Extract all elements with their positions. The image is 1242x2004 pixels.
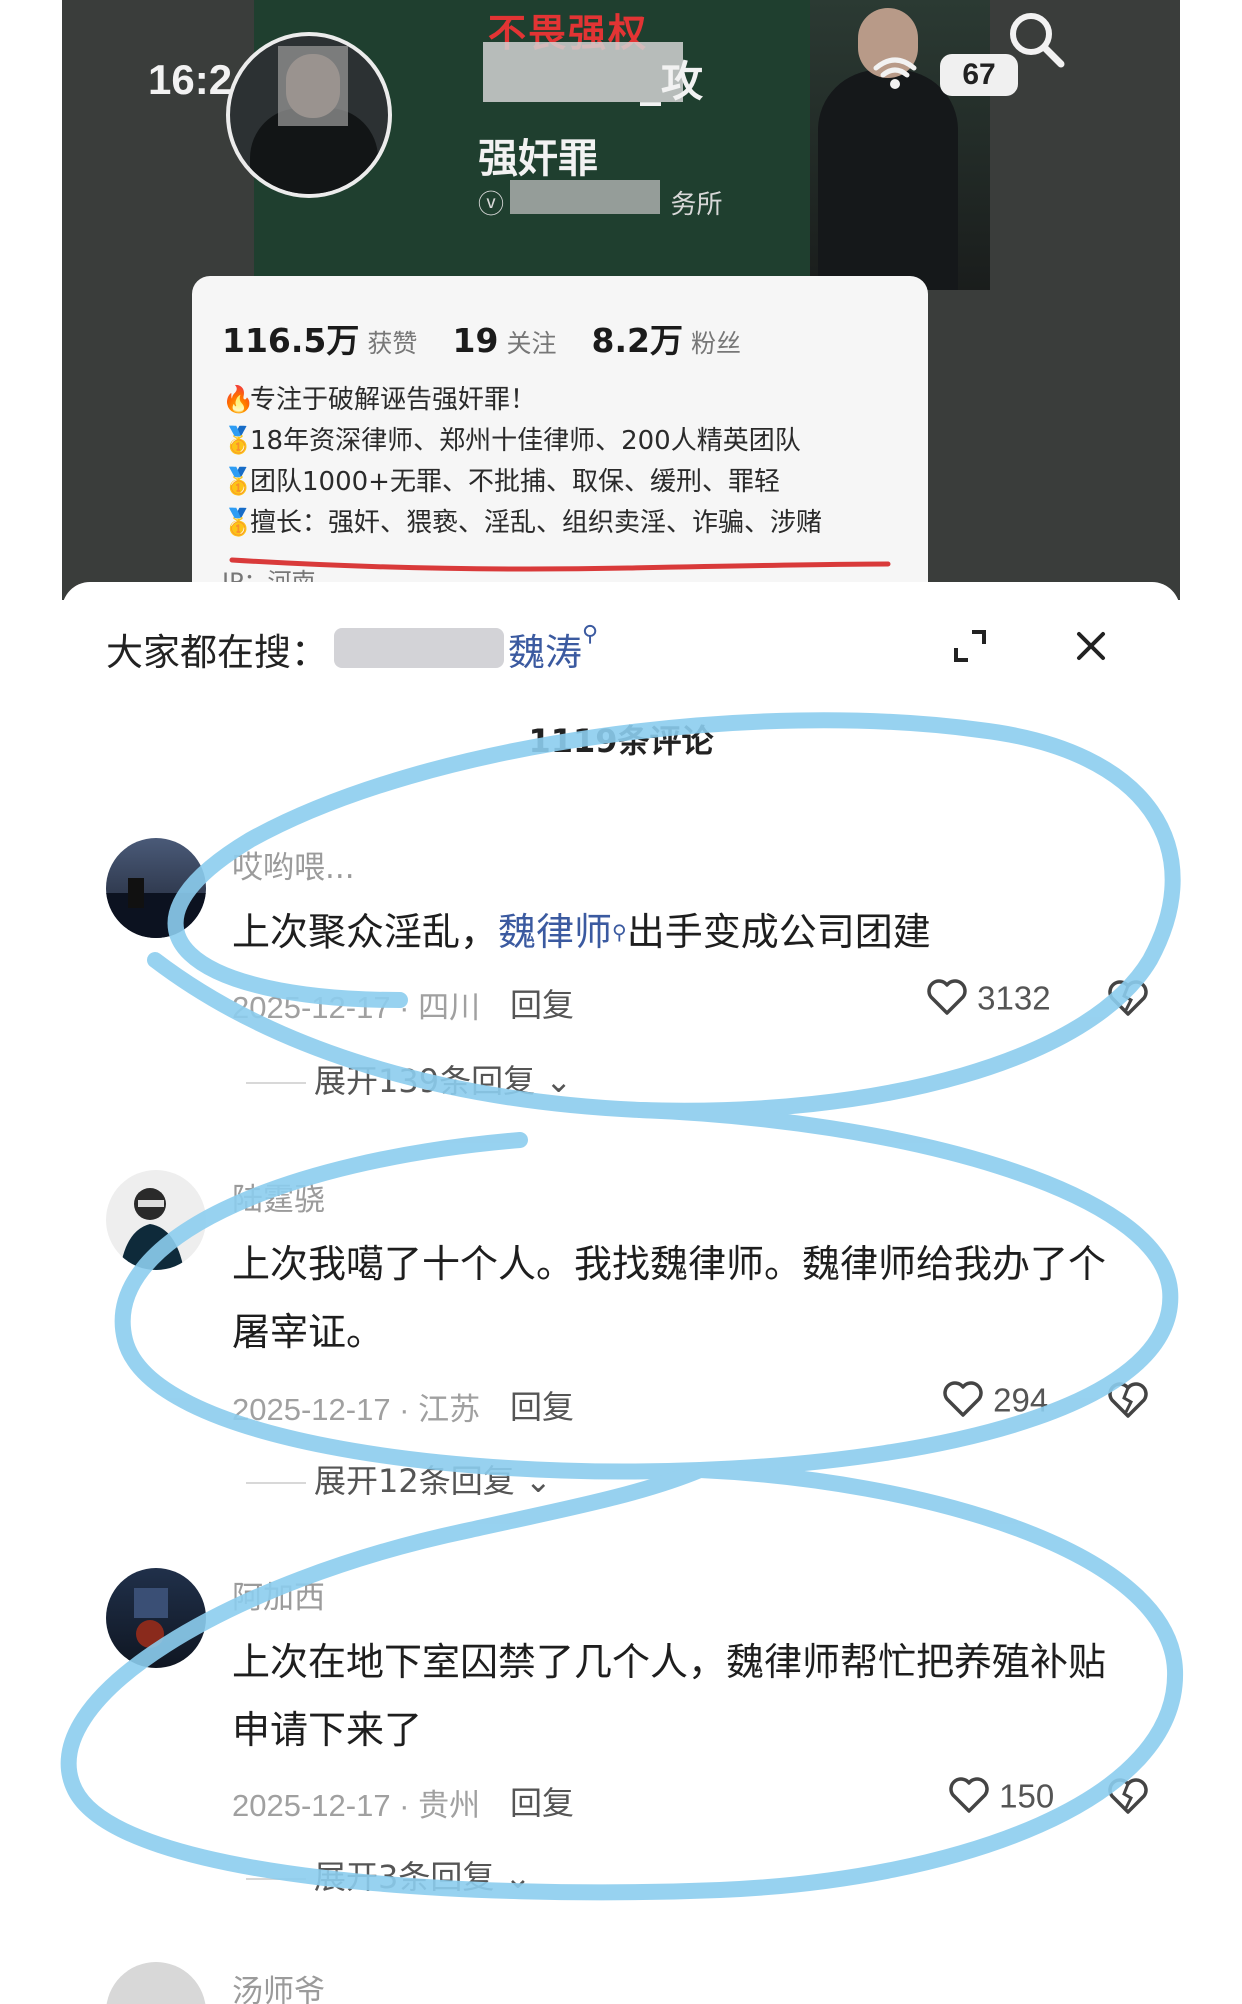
expand-icon[interactable]: [950, 626, 990, 666]
heart-icon: [926, 978, 968, 1024]
search-icon[interactable]: [1003, 6, 1071, 74]
like-button[interactable]: 294: [942, 1380, 1048, 1426]
expand-replies-button[interactable]: 展开139条回复 ⌄: [246, 1056, 572, 1102]
avatar[interactable]: [106, 1170, 206, 1270]
chevron-down-icon: ⌄: [494, 1858, 532, 1896]
verify-suffix: 务所: [670, 190, 723, 220]
comment-username[interactable]: 哎哟喂...: [232, 842, 355, 887]
comment-text: 上次我噶了十个人。我找魏律师。魏律师给我办了个屠宰证。: [232, 1242, 1107, 1354]
bio-text: 擅长：强奸、猥亵、淫乱、组织卖淫、诈骗、涉赌: [250, 508, 823, 538]
comment-sheet: 大家都在搜： 魏涛⚲ 1119条评论 哎哟喂... 上次聚众淫乱，魏律师⚲出手变成…: [62, 582, 1180, 2004]
profile-avatar[interactable]: [226, 32, 392, 198]
comment-date-location: 2025-12-17 · 贵州: [232, 1788, 481, 1823]
like-count: 3132: [977, 979, 1051, 1017]
chevron-down-icon: ⌄: [535, 1062, 573, 1100]
search-redaction: [334, 628, 504, 668]
verified-icon: ⓥ: [478, 190, 505, 220]
profile-name-line2: 强奸罪: [478, 136, 598, 182]
likes-label: 获赞: [367, 329, 418, 358]
comment-date-location: 2025-12-17 · 江苏: [232, 1392, 481, 1427]
bio-text: 18年资深律师、郑州十佳律师、200人精英团队: [250, 426, 801, 456]
heart-icon: [948, 1776, 990, 1822]
medal-icon: 🥇: [222, 508, 255, 538]
avatar[interactable]: [106, 838, 206, 938]
profile-info-card: 116.5万 获赞 19 关注 8.2万 粉丝 🔥专注于破解诬告强奸罪！ 🥇18年资深…: [192, 276, 928, 606]
verify-redaction: [510, 180, 660, 214]
close-icon[interactable]: [1071, 626, 1111, 666]
comment-item: 汤师爷: [106, 1962, 1146, 2004]
comment-item: 哎哟喂... 上次聚众淫乱，魏律师⚲出手变成公司团建 2025-12-17 · …: [106, 838, 1148, 1138]
bio-line: 🥇团队1000+无罪、不批捕、取保、缓刑、罪轻: [222, 462, 822, 503]
wifi-icon: [872, 56, 918, 101]
comment-username[interactable]: 阿加西: [232, 1572, 325, 1617]
comment-count: 1119条评论: [528, 722, 714, 760]
red-underline-annotation: [229, 557, 891, 572]
heart-icon: [942, 1380, 984, 1426]
reply-button[interactable]: 回复: [510, 1382, 574, 1428]
comment-username[interactable]: 汤师爷: [232, 1966, 325, 2004]
expand-replies-button[interactable]: 展开12条回复 ⌄: [246, 1456, 552, 1502]
bio-line: 🥇擅长：强奸、猥亵、淫乱、组织卖淫、诈骗、涉赌: [222, 503, 822, 544]
comment-date-location: 2025-12-17 · 四川: [232, 990, 481, 1025]
dislike-icon[interactable]: [1106, 978, 1150, 1022]
medal-icon: 🥇: [222, 426, 255, 456]
reply-button[interactable]: 回复: [510, 980, 574, 1026]
following-label[interactable]: 关注: [506, 329, 556, 358]
status-time: 16:2: [148, 56, 233, 103]
cover-photo: [810, 0, 990, 290]
trending-search-term[interactable]: 魏涛: [508, 631, 582, 674]
bio-text: 专注于破解诬告强奸罪！: [250, 385, 537, 415]
mention-link[interactable]: 魏律师: [498, 910, 612, 954]
comment-text: 上次聚众淫乱，魏律师⚲出手变成公司团建: [232, 910, 931, 954]
dislike-icon[interactable]: [1106, 1776, 1150, 1820]
like-button[interactable]: 150: [948, 1776, 1054, 1822]
medal-icon: 🥇: [222, 467, 255, 497]
bio-text: 团队1000+无罪、不批捕、取保、缓刑、罪轻: [250, 467, 780, 497]
like-count: 150: [999, 1777, 1055, 1815]
screenshot-frame: 不畏强权 16:2 67 _攻 强奸罪 ⓥ 务所 116.5万 获赞 19 关注 8…: [0, 0, 1242, 2004]
comment-item: 阿加西 上次在地下室囚禁了几个人，魏律师帮忙把养殖补贴申请下来了 2025-12…: [106, 1568, 1148, 1896]
following-count[interactable]: 19: [453, 321, 499, 360]
profile-name-fragment: _攻: [640, 57, 704, 106]
fire-icon: 🔥: [222, 385, 255, 415]
followers-label[interactable]: 粉丝: [691, 329, 741, 358]
expand-replies-button[interactable]: 展开3条回复 ⌄: [246, 1852, 531, 1898]
profile-bio: 🔥专注于破解诬告强奸罪！ 🥇18年资深律师、郑州十佳律师、200人精英团队 🥇团…: [222, 380, 822, 544]
bio-line: 🥇18年资深律师、郑州十佳律师、200人精英团队: [222, 421, 822, 462]
avatar[interactable]: [106, 1568, 206, 1668]
reply-button[interactable]: 回复: [510, 1778, 574, 1824]
bio-line: 🔥专注于破解诬告强奸罪！: [222, 380, 822, 421]
trending-search-prefix: 大家都在搜：: [106, 631, 328, 674]
profile-stats: 116.5万 获赞 19 关注 8.2万 粉丝: [222, 314, 771, 362]
comment-item: 陆霆骁 上次我噶了十个人。我找魏律师。魏律师给我办了个屠宰证。 2025-12-…: [106, 1170, 1148, 1500]
chevron-down-icon: ⌄: [514, 1462, 552, 1500]
like-button[interactable]: 3132: [926, 978, 1051, 1024]
followers-count[interactable]: 8.2万: [592, 321, 683, 360]
search-small-icon: ⚲: [582, 622, 599, 647]
like-count: 294: [993, 1381, 1049, 1419]
mention-search-icon: ⚲: [612, 920, 627, 944]
avatar[interactable]: [106, 1962, 206, 2004]
dislike-icon[interactable]: [1106, 1380, 1150, 1424]
comment-text: 上次在地下室囚禁了几个人，魏律师帮忙把养殖补贴申请下来了: [232, 1640, 1107, 1752]
comment-username[interactable]: 陆霆骁: [232, 1174, 325, 1219]
likes-count: 116.5万: [222, 321, 360, 360]
